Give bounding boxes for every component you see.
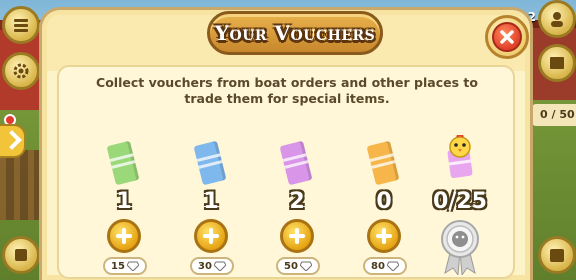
close-button-face — [492, 22, 522, 52]
price-value: 80 — [371, 260, 385, 272]
close-button[interactable] — [485, 15, 529, 59]
chick-voucher-icon — [447, 135, 473, 179]
purple-voucher-icon — [279, 140, 313, 186]
diamond-icon — [213, 261, 226, 271]
settings-button[interactable] — [2, 52, 40, 90]
voucher-reward: 0/25 — [425, 135, 495, 280]
plus-icon — [203, 228, 219, 244]
buy-voucher-button[interactable] — [280, 219, 314, 253]
dialog-content: Collect vouchers from boat orders and ot… — [57, 65, 515, 279]
buy-voucher-button[interactable] — [107, 219, 141, 253]
plus-icon — [289, 228, 305, 244]
title-banner: Your Vouchers — [207, 11, 383, 55]
dialog-description: Collect vouchers from boat orders and ot… — [96, 75, 478, 106]
price-value: 30 — [198, 260, 212, 272]
diamond-icon — [126, 261, 139, 271]
shop-icon — [15, 249, 27, 261]
silver-ribbon-icon — [441, 220, 479, 275]
buy-voucher-button[interactable] — [367, 219, 401, 253]
calendar-icon — [550, 249, 564, 262]
close-x-icon — [500, 30, 514, 44]
voucher-count: 2 — [289, 189, 305, 214]
right-mid-button[interactable] — [538, 44, 576, 82]
reward-progress: 0/25 — [433, 189, 487, 214]
gear-icon — [13, 63, 29, 79]
shop-button[interactable] — [2, 236, 40, 274]
voucher-price: 80 — [363, 257, 407, 275]
storage-counter: 0 / 50 — [532, 104, 576, 126]
side-panel-toggle[interactable] — [0, 124, 26, 158]
menu-icon — [14, 19, 28, 32]
voucher-blue: 1 30 — [176, 135, 246, 275]
buy-voucher-button[interactable] — [194, 219, 228, 253]
menu-button[interactable] — [2, 6, 40, 44]
voucher-purple: 2 50 — [262, 135, 332, 275]
vouchers-dialog: Your Vouchers Collect vouchers from boat… — [42, 10, 530, 280]
orange-voucher-icon — [366, 140, 400, 186]
voucher-green: 1 15 — [89, 135, 159, 275]
friends-icon — [551, 12, 563, 27]
diamond-icon — [299, 261, 312, 271]
price-value: 50 — [284, 260, 298, 272]
voucher-orange: 0 80 — [349, 135, 419, 275]
chevron-right-icon — [2, 130, 22, 150]
green-voucher-icon — [106, 140, 140, 186]
plus-icon — [116, 228, 132, 244]
right-top-button[interactable] — [538, 0, 576, 38]
voucher-price: 30 — [190, 257, 234, 275]
plus-icon — [376, 228, 392, 244]
diamond-icon — [386, 261, 399, 271]
voucher-price: 15 — [103, 257, 147, 275]
newspaper-icon — [550, 57, 564, 69]
voucher-count: 1 — [116, 189, 132, 214]
voucher-price: 50 — [276, 257, 320, 275]
blue-voucher-icon — [193, 140, 227, 186]
dialog-title: Your Vouchers — [214, 21, 376, 45]
voucher-count: 1 — [203, 189, 219, 214]
voucher-count: 0 — [376, 189, 392, 214]
right-bottom-button[interactable] — [538, 236, 576, 274]
price-value: 15 — [111, 260, 125, 272]
